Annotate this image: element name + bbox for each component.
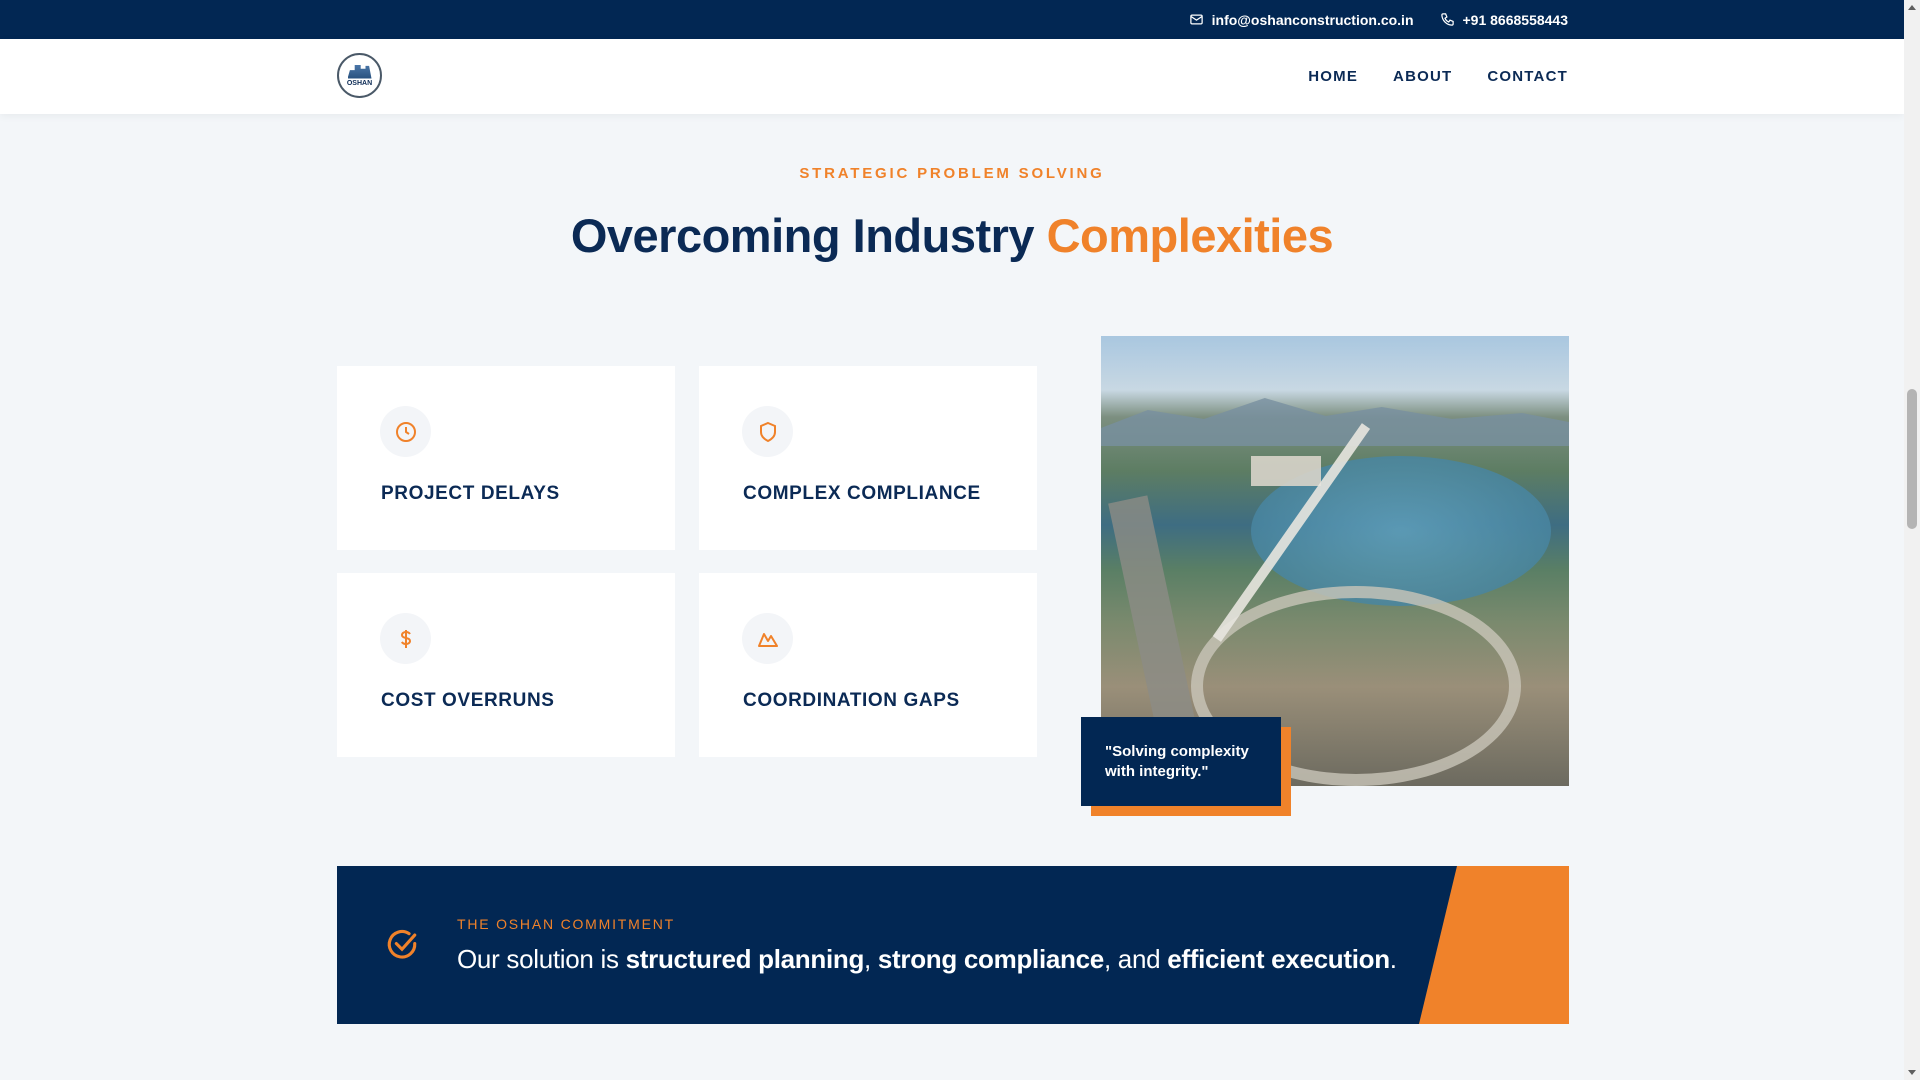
msg-part: .	[1389, 944, 1397, 974]
section-title: Overcoming Industry Complexities	[0, 208, 1904, 263]
scroll-down-icon[interactable]	[1908, 1070, 1916, 1075]
msg-part: Our solution is	[457, 944, 626, 974]
email-contact[interactable]: info@oshanconstruction.co.in	[1189, 12, 1414, 28]
nav-item-home[interactable]: HOME	[1308, 68, 1358, 85]
section-eyebrow: STRATEGIC PROBLEM SOLVING	[799, 165, 1105, 182]
page-scrollbar[interactable]	[1904, 0, 1920, 1080]
card-cost-overruns: COST OVERRUNS	[337, 573, 675, 757]
quote-line-1: "Solving complexity	[1105, 743, 1249, 760]
title-main: Overcoming Industry	[570, 209, 1047, 262]
clock-icon	[395, 421, 416, 442]
main-navigation: OSHAN HOME ABOUT CONTACT	[0, 39, 1904, 114]
card-label: COMPLEX COMPLIANCE	[743, 483, 981, 504]
scrollbar-thumb[interactable]	[1907, 389, 1917, 529]
mountain-icon	[757, 632, 778, 647]
commitment-message: Our solution is structured planning, str…	[457, 944, 1397, 975]
company-logo[interactable]: OSHAN	[337, 53, 382, 98]
msg-bold: strong compliance	[877, 944, 1104, 974]
phone-text: +91 8668558443	[1462, 11, 1569, 28]
card-icon-wrap	[380, 613, 431, 664]
photo-dam	[1251, 456, 1321, 486]
nav-menu: HOME ABOUT CONTACT	[1308, 39, 1568, 114]
card-icon-wrap	[380, 406, 431, 457]
mail-icon	[1189, 14, 1203, 25]
nav-item-contact[interactable]: CONTACT	[1487, 68, 1568, 85]
card-label: COST OVERRUNS	[381, 690, 555, 711]
card-label: COORDINATION GAPS	[743, 690, 960, 711]
quote-box: "Solving complexity with integrity."	[1081, 717, 1281, 806]
phone-icon	[1440, 13, 1454, 26]
msg-bold: efficient execution	[1167, 944, 1390, 974]
phone-contact[interactable]: +91 8668558443	[1440, 11, 1569, 28]
card-icon-wrap	[742, 406, 793, 457]
card-coordination-gaps: COORDINATION GAPS	[699, 573, 1037, 757]
commitment-eyebrow: THE OSHAN COMMITMENT	[457, 916, 675, 932]
msg-part: , and	[1103, 944, 1168, 974]
card-project-delays: PROJECT DELAYS	[337, 366, 675, 550]
photo-mountains	[1101, 398, 1569, 446]
card-icon-wrap	[742, 613, 793, 664]
card-label: PROJECT DELAYS	[381, 483, 560, 504]
banner-orange-accent	[1419, 866, 1569, 1024]
shield-icon	[759, 421, 776, 442]
scroll-up-icon[interactable]	[1908, 5, 1916, 10]
card-complex-compliance: COMPLEX COMPLIANCE	[699, 366, 1037, 550]
logo-text: OSHAN	[346, 79, 373, 87]
email-text: info@oshanconstruction.co.in	[1211, 11, 1414, 28]
check-circle-icon	[387, 930, 417, 959]
title-accent: Complexities	[1046, 209, 1334, 262]
top-contact-bar: info@oshanconstruction.co.in +91 8668558…	[0, 0, 1904, 39]
commitment-banner: THE OSHAN COMMITMENT Our solution is str…	[337, 866, 1569, 1024]
dollar-icon	[400, 629, 411, 648]
msg-bold: structured planning	[625, 944, 865, 974]
msg-part: ,	[864, 944, 878, 974]
nav-item-about[interactable]: ABOUT	[1393, 68, 1452, 85]
quote-line-2: with integrity."	[1105, 763, 1209, 780]
logo-building-icon	[347, 64, 372, 79]
